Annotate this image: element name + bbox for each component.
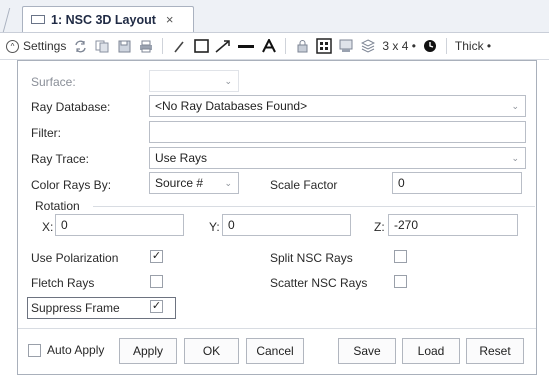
rectangle-icon[interactable] (193, 36, 209, 56)
settings-label: Settings (23, 39, 67, 53)
auto-apply-label: Auto Apply (47, 343, 105, 357)
toolbar-separator (445, 38, 447, 54)
rotation-z-input[interactable]: -270 (388, 214, 518, 236)
suppress-frame-label: Suppress Frame (31, 301, 120, 315)
toolbar-separator (162, 38, 164, 54)
suppress-frame-checkbox[interactable]: ✓ (150, 300, 163, 313)
toolbar-separator (285, 38, 287, 54)
tab-title: 1: NSC 3D Layout (51, 12, 156, 27)
rotation-y-input[interactable]: 0 (222, 214, 351, 236)
layout-window-icon (31, 15, 45, 24)
use-polarization-checkbox[interactable]: ✓ (150, 250, 163, 263)
close-tab-icon[interactable]: × (166, 12, 174, 27)
color-rays-value: Source # (155, 176, 204, 190)
scale-factor-label: Scale Factor (270, 178, 338, 192)
settings-button[interactable]: ^ Settings (6, 36, 66, 56)
text-icon[interactable] (261, 36, 277, 56)
ray-trace-select[interactable]: Use Rays ⌄ (149, 147, 526, 169)
line-icon[interactable] (237, 36, 255, 56)
surface-label: Surface: (31, 75, 76, 89)
color-rays-select[interactable]: Source # ⌄ (149, 172, 239, 194)
layers-icon[interactable] (360, 36, 376, 56)
tab-bar: 1: NSC 3D Layout × (0, 0, 549, 33)
auto-apply-checkbox[interactable] (28, 344, 41, 357)
scatter-nsc-rays-label: Scatter NSC Rays (270, 276, 368, 290)
lock-icon[interactable] (294, 36, 310, 56)
chevron-down-icon: ⌄ (511, 153, 519, 163)
color-rays-label: Color Rays By: (31, 178, 112, 192)
toolbar: ^ Settings 3 x 4 • Thick • (0, 33, 549, 60)
rotation-group-label: Rotation (35, 199, 80, 213)
settings-panel: Surface: ⌄ Ray Database: <No Ray Databas… (17, 60, 537, 375)
ray-database-value: <No Ray Databases Found> (155, 99, 308, 113)
apply-button[interactable]: Apply (119, 338, 177, 364)
layout-grid-dropdown[interactable]: 3 x 4 • (382, 36, 416, 56)
scale-factor-input[interactable]: 0 (392, 172, 522, 194)
pencil-icon[interactable] (171, 36, 187, 56)
ray-trace-value: Use Rays (155, 151, 208, 165)
split-nsc-rays-checkbox[interactable] (394, 250, 407, 263)
reset-button[interactable]: Reset (466, 338, 524, 364)
clock-icon[interactable] (422, 36, 438, 56)
use-polarization-label: Use Polarization (31, 251, 119, 265)
grid-icon[interactable] (316, 36, 333, 56)
scatter-nsc-rays-checkbox[interactable] (394, 275, 407, 288)
refresh-icon[interactable] (72, 36, 88, 56)
ok-button[interactable]: OK (184, 338, 239, 364)
rotation-x-input[interactable]: 0 (55, 214, 184, 236)
rotation-y-label: Y: (209, 220, 220, 234)
rotation-z-label: Z: (374, 220, 385, 234)
print-icon[interactable] (138, 36, 154, 56)
fletch-rays-label: Fletch Rays (31, 276, 95, 290)
save-button[interactable]: Save (338, 338, 396, 364)
arrow-icon[interactable] (215, 36, 231, 56)
filter-input[interactable] (149, 121, 526, 143)
filter-label: Filter: (31, 126, 61, 140)
export-icon[interactable] (338, 36, 354, 56)
fletch-rays-checkbox[interactable] (150, 275, 163, 288)
ray-database-select[interactable]: <No Ray Databases Found> ⌄ (149, 95, 526, 117)
line-thickness-dropdown[interactable]: Thick • (455, 36, 491, 56)
copy-icon[interactable] (94, 36, 110, 56)
chevron-down-icon: ⌄ (511, 101, 519, 111)
ray-database-label: Ray Database: (31, 100, 111, 114)
tab-edge (2, 8, 23, 32)
load-button[interactable]: Load (402, 338, 460, 364)
split-nsc-rays-label: Split NSC Rays (270, 251, 353, 265)
chevron-down-icon: ⌄ (224, 178, 232, 188)
save-icon[interactable] (116, 36, 132, 56)
rotation-group-line (93, 206, 535, 207)
rotation-x-label: X: (42, 220, 54, 234)
chevron-down-icon: ⌄ (224, 76, 232, 86)
collapse-icon: ^ (6, 39, 19, 53)
cancel-button[interactable]: Cancel (246, 338, 304, 364)
tab-nsc-3d-layout[interactable]: 1: NSC 3D Layout × (22, 6, 194, 32)
surface-select: ⌄ (149, 70, 239, 92)
ray-trace-label: Ray Trace: (31, 152, 90, 166)
button-divider (18, 328, 536, 329)
